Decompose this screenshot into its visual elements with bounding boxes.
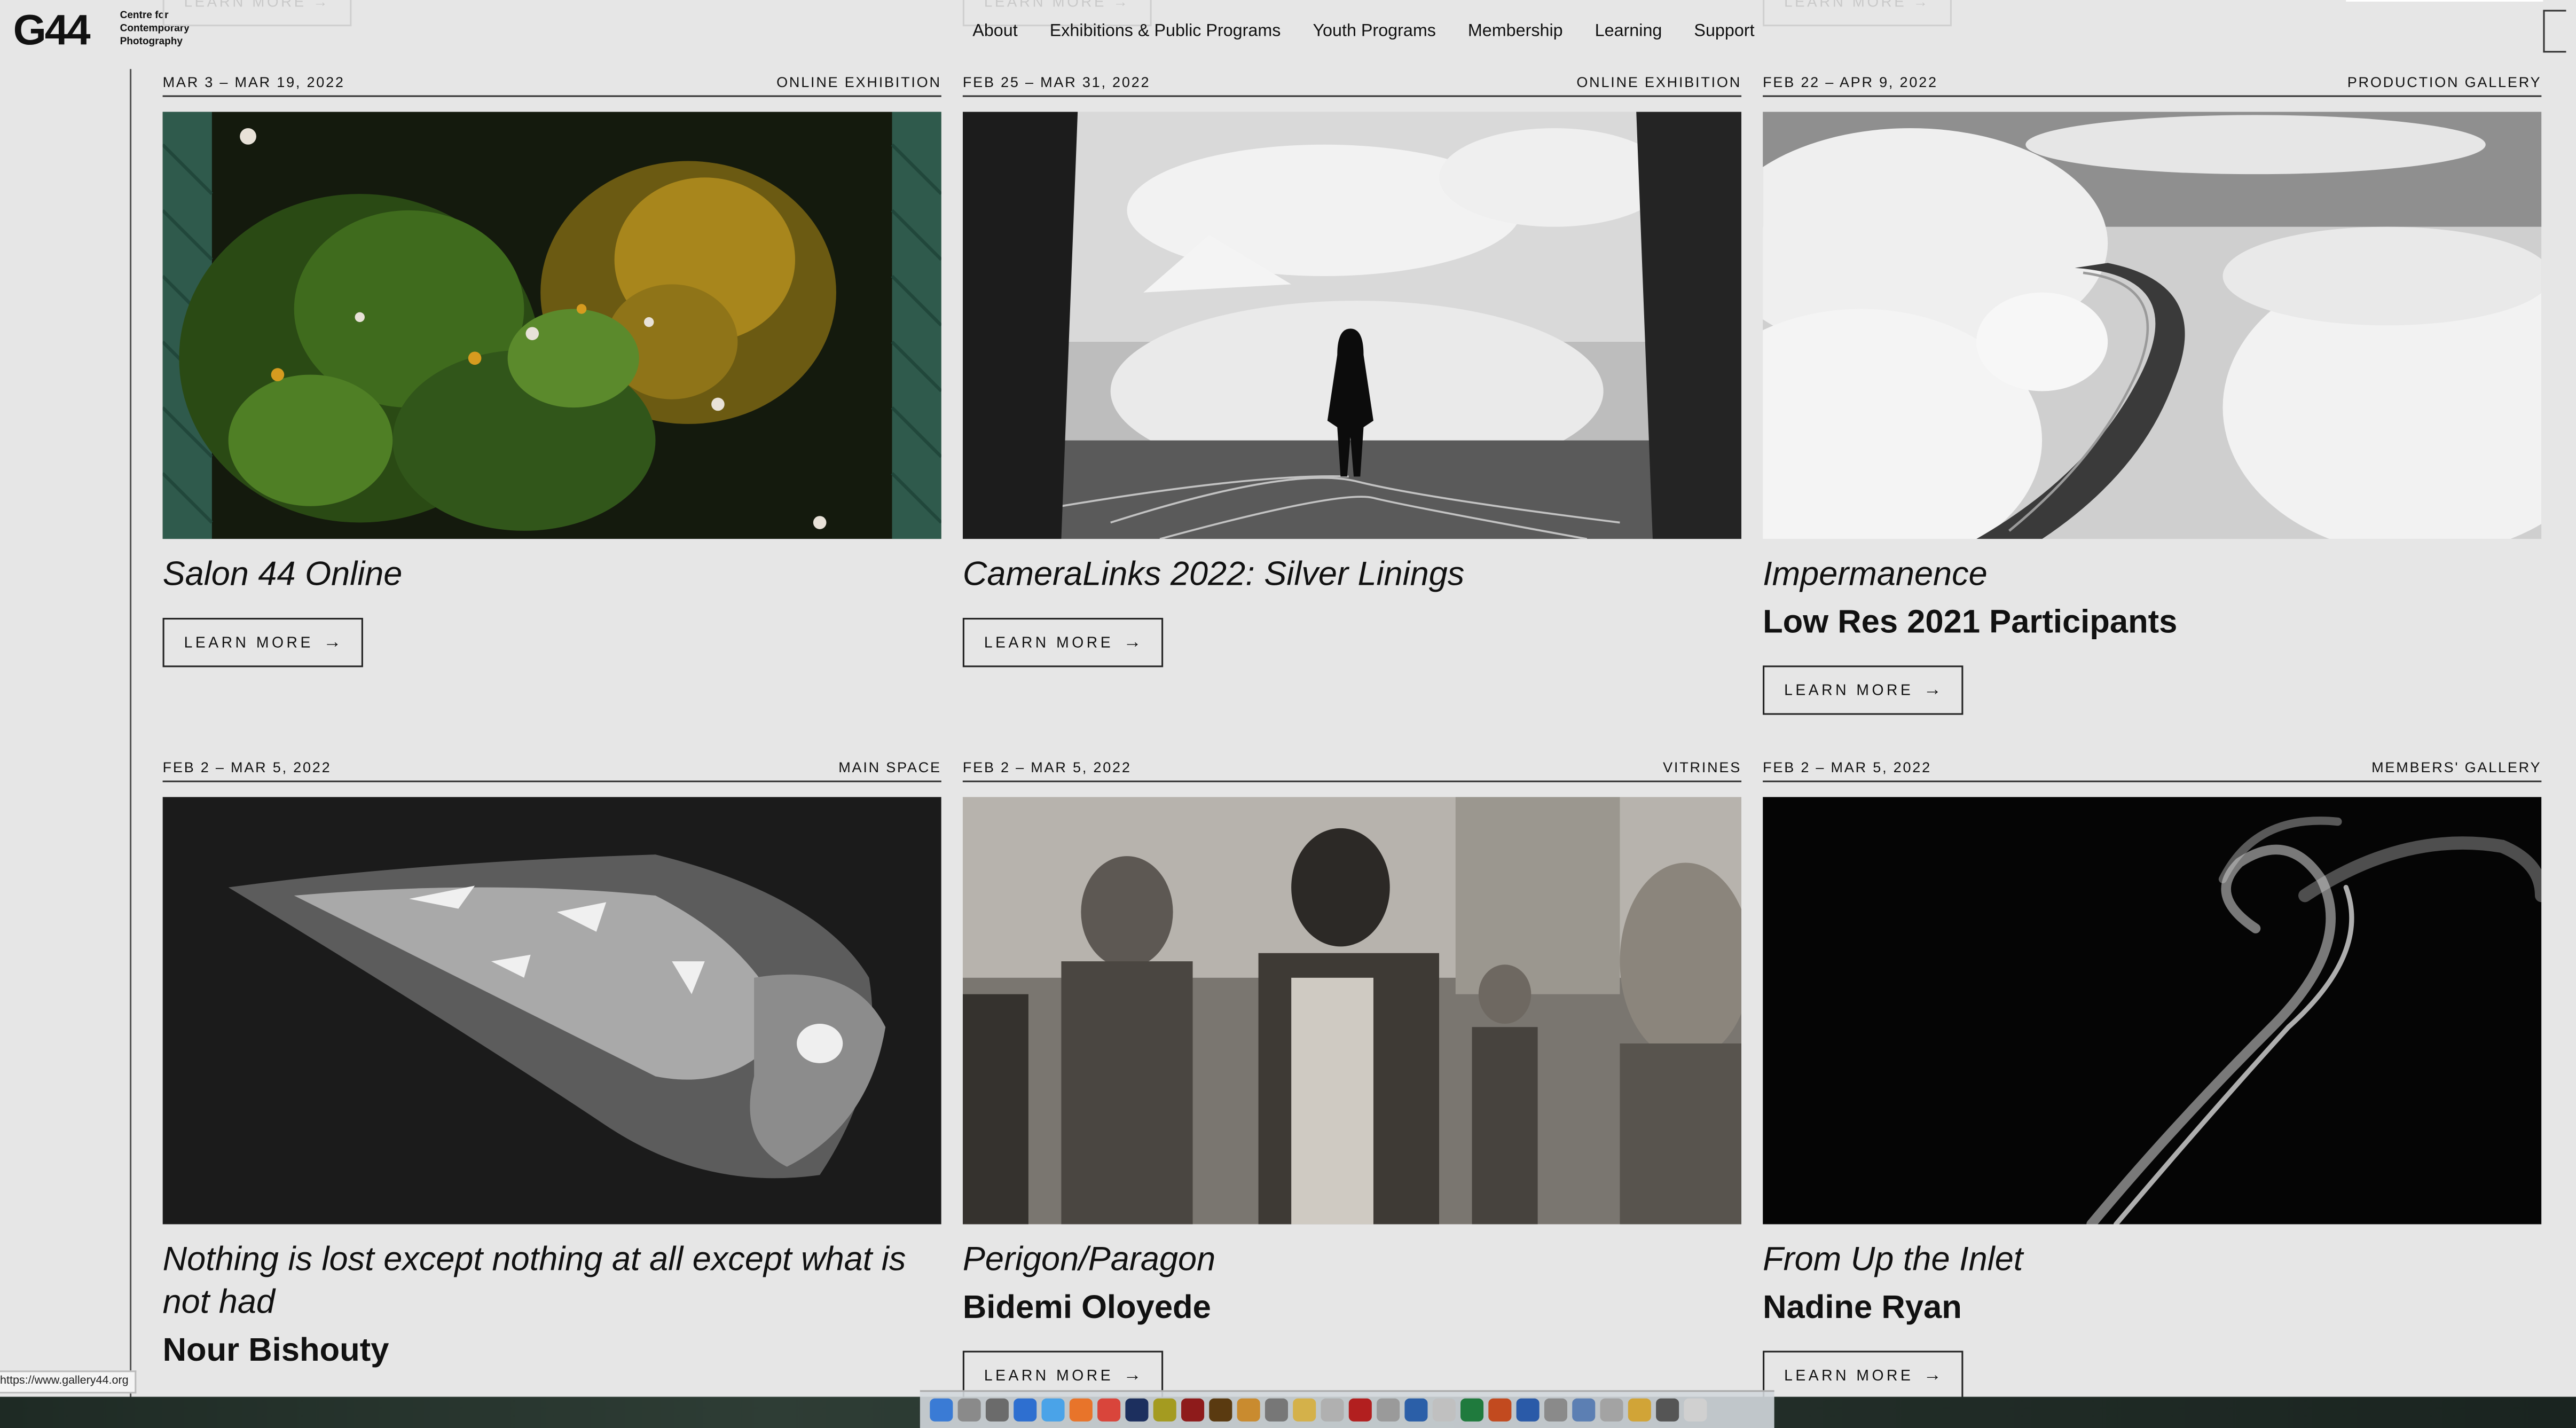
arrow-right-icon: → (1923, 1366, 1942, 1385)
arrow-right-icon: → (323, 632, 342, 653)
nav-learning[interactable]: Learning (1595, 21, 1662, 41)
exhibition-card: FEB 2 – MAR 5, 2022 MAIN SPACE Nothing i… (162, 759, 941, 1372)
app-store-icon[interactable] (1014, 1398, 1037, 1422)
app-icon[interactable] (1237, 1398, 1260, 1422)
side-panel-tab[interactable] (2543, 10, 2566, 53)
card-venue: MAIN SPACE (838, 759, 941, 776)
card-artist[interactable]: Nadine Ryan (1763, 1286, 2541, 1329)
faded-learn-more-button[interactable]: LEARN MORE → (162, 0, 352, 27)
word-icon[interactable] (1516, 1398, 1540, 1422)
exhibition-card: MAR 3 – MAR 19, 2022 ONLINE EXHIBITION S… (162, 74, 941, 668)
app-icon[interactable] (1404, 1398, 1428, 1422)
card-artist[interactable]: Low Res 2021 Participants (1763, 601, 2541, 644)
card-meta: FEB 2 – MAR 5, 2022 MAIN SPACE (162, 759, 941, 782)
nav-support[interactable]: Support (1694, 21, 1754, 41)
system-preferences-icon[interactable] (985, 1398, 1009, 1422)
exhibition-card: FEB 25 – MAR 31, 2022 ONLINE EXHIBITION (962, 74, 1742, 668)
card-title[interactable]: From Up the Inlet (1763, 1239, 2541, 1282)
photoshop-icon[interactable] (1125, 1398, 1149, 1422)
card-dates: FEB 2 – MAR 5, 2022 (162, 759, 332, 776)
card-meta: FEB 25 – MAR 31, 2022 ONLINE EXHIBITION (962, 74, 1742, 97)
nav-membership[interactable]: Membership (1468, 21, 1563, 41)
learn-more-button[interactable]: LEARN MORE → (962, 617, 1163, 668)
nav-exhibitions[interactable]: Exhibitions & Public Programs (1050, 21, 1281, 41)
figure-landscape-photo[interactable] (962, 112, 1742, 539)
exhibition-card: FEB 2 – MAR 5, 2022 MEMBERS' GALLERY Fro… (1763, 759, 2542, 1400)
browser-viewport: G44 Centre for Contemporary Photography … (0, 0, 2576, 1428)
card-artist[interactable]: Nour Bishouty (163, 1329, 941, 1372)
filezilla-icon[interactable] (1348, 1398, 1372, 1422)
exhibition-card: FEB 2 – MAR 5, 2022 VITRINES Perigon/Par… (962, 759, 1742, 1400)
illustrator-icon[interactable] (1209, 1398, 1232, 1422)
chrome-object-photo[interactable] (162, 797, 941, 1225)
card-dates: FEB 2 – MAR 5, 2022 (962, 759, 1132, 776)
main-nav: About Exhibitions & Public Programs Yout… (972, 21, 1786, 41)
smoke-photo[interactable] (1763, 797, 2542, 1225)
arrow-right-icon: → (1123, 1366, 1142, 1385)
card-venue: MEMBERS' GALLERY (2371, 759, 2542, 776)
excel-icon[interactable] (1460, 1398, 1484, 1422)
app-icon[interactable] (1600, 1398, 1623, 1422)
top-right-edge (2346, 0, 2543, 2)
exhibition-card: FEB 22 – APR 9, 2022 PRODUCTION GALLERY … (1763, 74, 2542, 715)
firefox-icon[interactable] (1069, 1398, 1093, 1422)
nav-about[interactable]: About (972, 21, 1017, 41)
app-icon[interactable] (1377, 1398, 1400, 1422)
card-meta: FEB 2 – MAR 5, 2022 MEMBERS' GALLERY (1763, 759, 2542, 782)
learn-more-button[interactable]: LEARN MORE → (162, 617, 363, 668)
card-venue: VITRINES (1663, 759, 1742, 776)
app-icon[interactable] (1432, 1398, 1456, 1422)
app-icon[interactable] (1265, 1398, 1288, 1422)
card-artist[interactable]: Bidemi Oloyede (963, 1286, 1741, 1329)
flash-icon[interactable] (1181, 1398, 1205, 1422)
powerpoint-icon[interactable] (1488, 1398, 1512, 1422)
learn-more-button[interactable]: LEARN MORE → (1763, 665, 1963, 715)
left-divider (130, 69, 132, 1400)
arrow-right-icon: → (1923, 680, 1942, 700)
card-venue: PRODUCTION GALLERY (2347, 74, 2542, 91)
card-title[interactable]: Salon 44 Online (163, 554, 941, 597)
learn-more-button[interactable]: LEARN MORE → (1763, 1351, 1963, 1400)
app-icon[interactable] (1293, 1398, 1316, 1422)
card-title[interactable]: Perigon/Paragon (963, 1239, 1741, 1282)
safari-icon[interactable] (1041, 1398, 1065, 1422)
os-dock (920, 1390, 1774, 1428)
card-dates: FEB 25 – MAR 31, 2022 (962, 74, 1151, 91)
nav-youth-programs[interactable]: Youth Programs (1313, 21, 1435, 41)
infrared-railway-photo[interactable] (1763, 112, 2542, 539)
card-dates: MAR 3 – MAR 19, 2022 (162, 74, 345, 91)
garden-flowers-photo[interactable] (162, 112, 941, 539)
card-title[interactable]: CameraLinks 2022: Silver Linings (963, 554, 1741, 597)
link-status-bar: https://www.gallery44.org (0, 1370, 137, 1394)
card-meta: MAR 3 – MAR 19, 2022 ONLINE EXHIBITION (162, 74, 941, 97)
app-icon[interactable] (1628, 1398, 1651, 1422)
site-logo[interactable]: G44 (13, 8, 91, 51)
launchpad-icon[interactable] (957, 1398, 981, 1422)
app-icon[interactable] (1572, 1398, 1596, 1422)
app-icon[interactable] (1544, 1398, 1567, 1422)
card-meta: FEB 22 – APR 9, 2022 PRODUCTION GALLERY (1763, 74, 2542, 97)
app-icon[interactable] (1656, 1398, 1679, 1422)
fireworks-icon[interactable] (1153, 1398, 1176, 1422)
card-venue: ONLINE EXHIBITION (776, 74, 941, 91)
crowd-street-photo[interactable] (962, 797, 1742, 1225)
card-meta: FEB 2 – MAR 5, 2022 VITRINES (962, 759, 1742, 782)
card-venue: ONLINE EXHIBITION (1576, 74, 1742, 91)
chrome-icon[interactable] (1097, 1398, 1121, 1422)
card-dates: FEB 22 – APR 9, 2022 (1763, 74, 1938, 91)
trash-icon[interactable] (1684, 1398, 1707, 1422)
card-title[interactable]: Impermanence (1763, 554, 2541, 597)
finder-icon[interactable] (930, 1398, 953, 1422)
card-dates: FEB 2 – MAR 5, 2022 (1763, 759, 1931, 776)
faded-learn-more-button[interactable]: LEARN MORE → (1763, 0, 1952, 27)
arrow-right-icon: → (1123, 632, 1142, 653)
app-icon[interactable] (1321, 1398, 1344, 1422)
card-title[interactable]: Nothing is lost except nothing at all ex… (163, 1239, 941, 1324)
